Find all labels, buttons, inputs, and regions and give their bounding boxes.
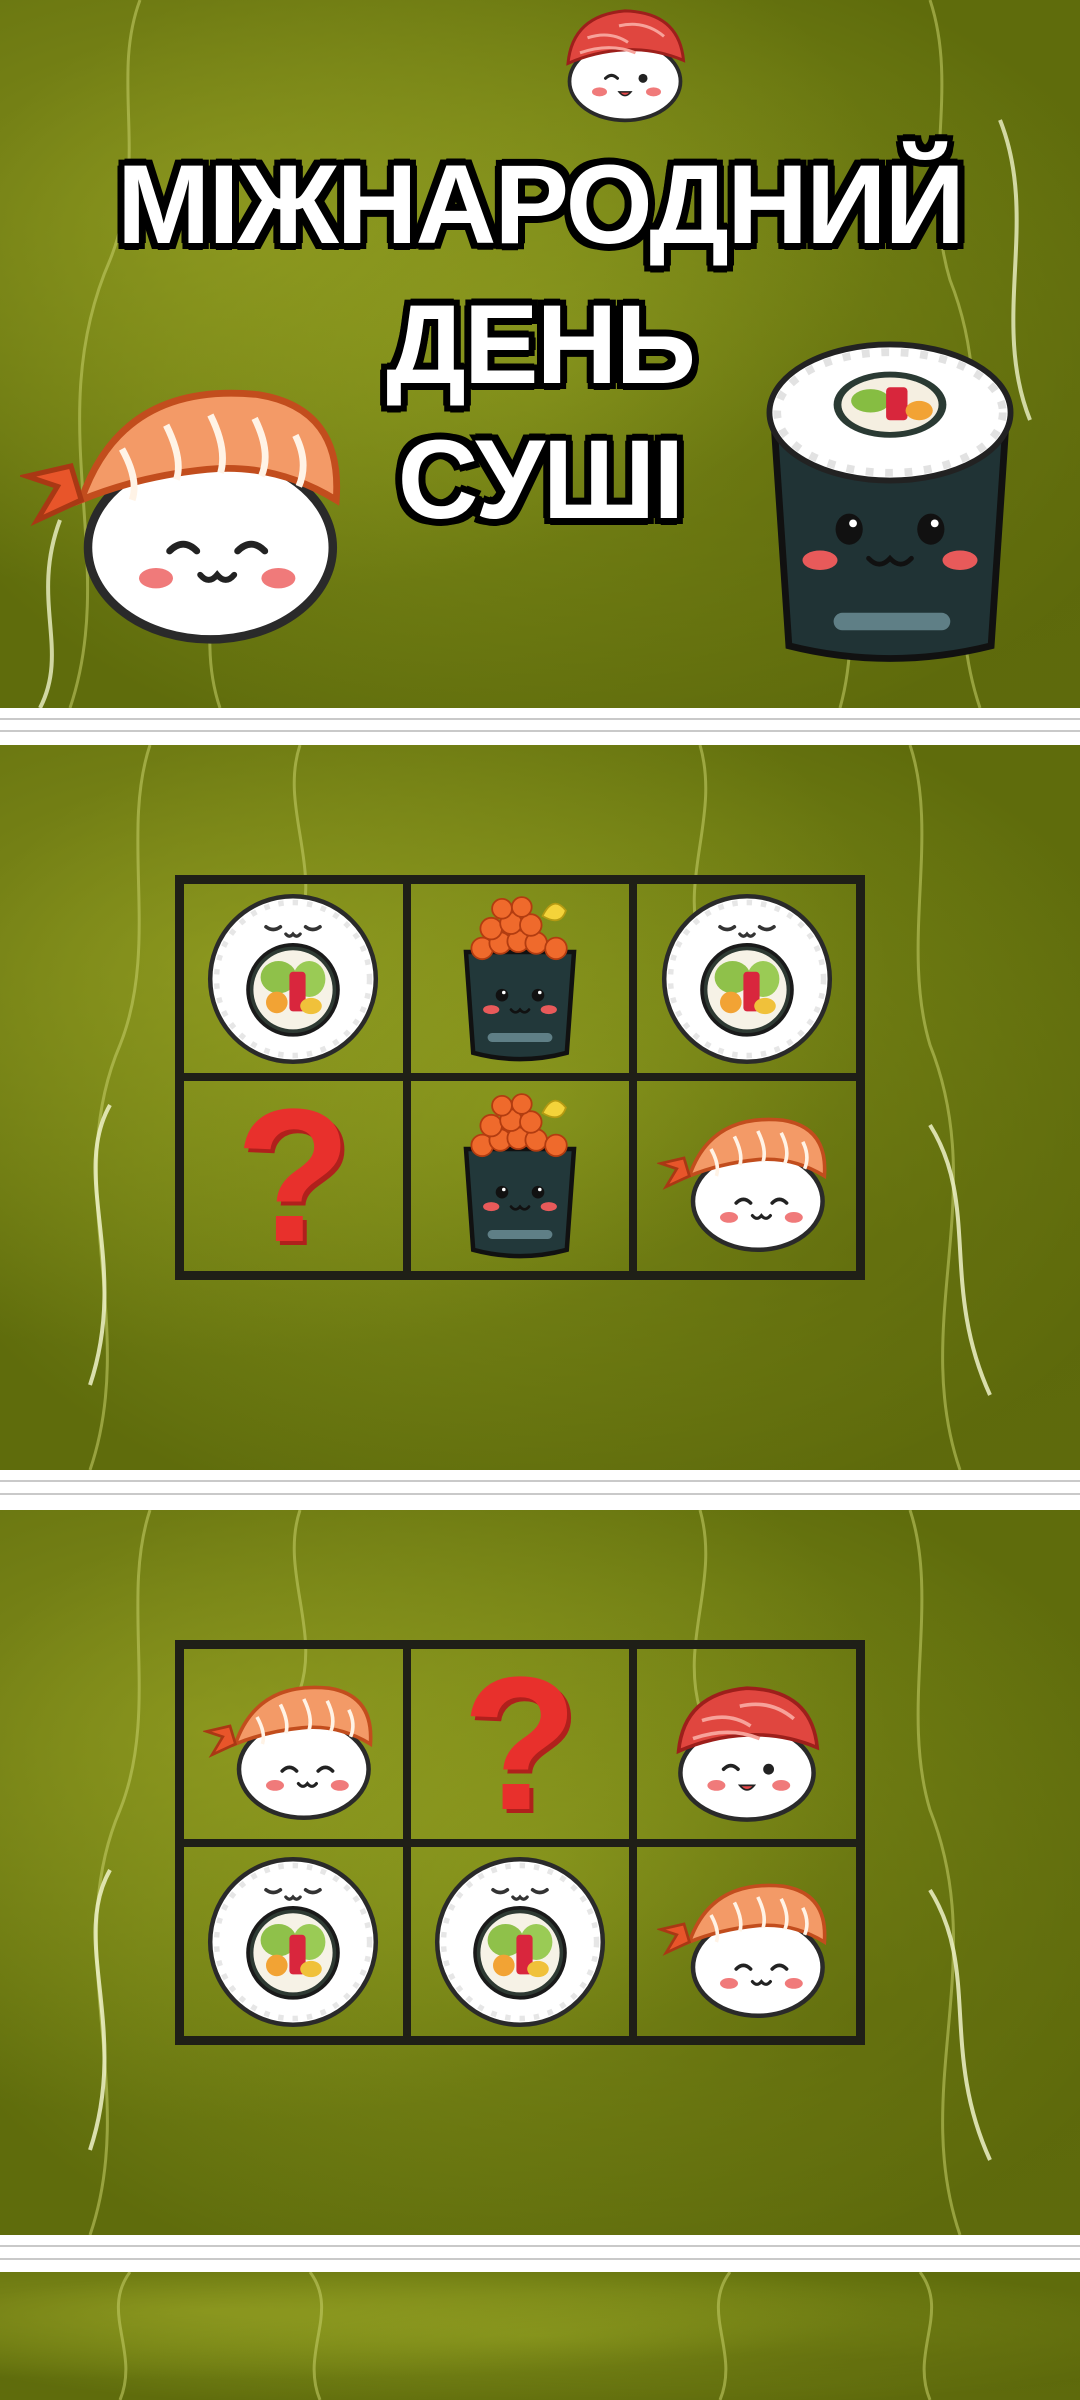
salmon-nigiri-icon <box>505 0 745 150</box>
grid-cell <box>633 1645 860 1843</box>
question-mark: ? <box>235 1070 352 1282</box>
puzzle-card-3-partial <box>0 2272 1080 2400</box>
ikura-gunkan-icon <box>425 889 615 1069</box>
maki-roll-icon <box>198 1852 388 2032</box>
divider <box>0 718 1080 720</box>
puzzle-card-1: ? <box>0 745 1080 1470</box>
title-line-3: СУШІ <box>397 417 685 542</box>
grid-cell <box>406 1077 634 1275</box>
grid-cell <box>180 880 407 1077</box>
puzzle-grid: ? <box>175 1640 865 2045</box>
divider <box>0 2258 1080 2260</box>
maki-roll-icon <box>198 889 388 1069</box>
title-line-1: МІЖНАРОДНИЙ <box>117 142 965 267</box>
divider <box>0 1480 1080 1482</box>
grid-cell <box>633 1077 860 1275</box>
question-mark: ? <box>461 1638 579 1850</box>
missing-cell[interactable]: ? <box>406 1638 634 1850</box>
shrimp-nigiri-icon <box>652 1086 842 1266</box>
grid-cell <box>180 1843 407 2040</box>
grid-cell <box>406 880 634 1077</box>
grid-cell <box>633 1843 860 2040</box>
maki-roll-icon <box>652 889 842 1069</box>
divider <box>0 2245 1080 2247</box>
divider <box>0 1493 1080 1495</box>
ikura-gunkan-icon <box>425 1086 615 1266</box>
divider <box>0 730 1080 732</box>
seaweed-decoration <box>116 2272 934 2400</box>
puzzle-grid: ? <box>175 875 865 1280</box>
maki-roll-icon <box>425 1852 615 2032</box>
shrimp-nigiri-icon <box>652 1852 842 2032</box>
grid-cell <box>180 1645 407 1843</box>
title-line-2: ДЕНЬ <box>386 282 696 407</box>
missing-cell[interactable]: ? <box>180 1077 407 1275</box>
grid-cell <box>633 880 860 1077</box>
shrimp-nigiri-icon <box>198 1654 388 1834</box>
salmon-nigiri-icon <box>652 1654 842 1834</box>
puzzle-card-2: ? <box>0 1510 1080 2235</box>
title-card: МІЖНАРОДНИЙ ДЕНЬ СУШІ <box>0 0 1080 708</box>
grid-cell <box>406 1843 634 2040</box>
